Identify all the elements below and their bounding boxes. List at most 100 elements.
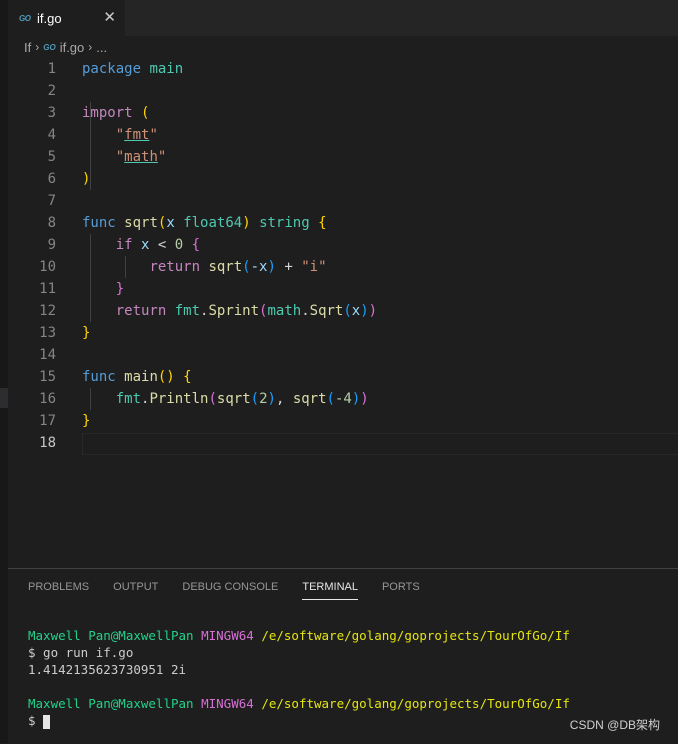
code-token: ( [141, 105, 150, 121]
code-token: } [115, 281, 125, 297]
code-token: sqrt [216, 391, 251, 407]
code-token: { [318, 215, 327, 231]
code-token: ( [208, 391, 217, 407]
code-token: { [191, 237, 201, 253]
tab-ports[interactable]: PORTS [382, 581, 420, 600]
code-token: fmt [124, 127, 150, 143]
code-line: 11 } [8, 278, 678, 300]
code-token: x [141, 237, 150, 253]
terminal-env: MINGW64 [201, 696, 254, 711]
code-token: 0 [174, 237, 184, 253]
code-token: main [149, 61, 184, 77]
watermark: CSDN @DB架构 [569, 718, 660, 732]
tab-debug-console[interactable]: DEBUG CONSOLE [182, 581, 278, 600]
chevron-right-icon: › [35, 40, 40, 54]
chevron-right-icon: › [88, 40, 93, 54]
code-text: fmt.Println(sqrt(2), sqrt(-4)) [82, 388, 369, 410]
code-token: fmt [115, 391, 142, 407]
code-line: 14 [8, 344, 678, 366]
code-token: "i" [301, 259, 327, 275]
scroll-marker [0, 388, 8, 408]
terminal-env: MINGW64 [201, 628, 254, 643]
code-token: . [301, 303, 310, 319]
terminal-command: $ go run if.go [28, 645, 134, 660]
code-token: ( [250, 391, 260, 407]
tab-problems[interactable]: PROBLEMS [28, 581, 89, 600]
code-token: float64 [183, 215, 243, 231]
code-token: if [115, 237, 133, 253]
tab-label: if.go [37, 10, 62, 26]
terminal-output[interactable]: Maxwell Pan@MaxwellPan MINGW64 /e/softwa… [28, 627, 570, 729]
code-token: Sprint [208, 303, 260, 319]
code-line: 2 [8, 80, 678, 102]
code-token: < [157, 237, 167, 253]
code-token: ) [360, 303, 369, 319]
code-token: -4 [334, 391, 352, 407]
code-text: func main() { [82, 366, 192, 388]
line-number: 9 [47, 237, 56, 253]
tab-terminal[interactable]: TERMINAL [302, 581, 358, 600]
line-number: 15 [39, 369, 56, 385]
code-token: ) [267, 259, 276, 275]
line-number: 16 [39, 391, 56, 407]
tab-output[interactable]: OUTPUT [113, 581, 158, 600]
go-file-icon: GO [19, 13, 31, 23]
code-token: Sqrt [309, 303, 344, 319]
code-token: math [124, 149, 158, 165]
code-token: fmt [174, 303, 201, 319]
code-text: return fmt.Sprint(math.Sqrt(x)) [82, 300, 377, 322]
code-token: " [157, 149, 167, 165]
go-file-icon: GO [43, 42, 56, 52]
code-token: } [82, 325, 91, 341]
code-line: 3 import ( [8, 102, 678, 124]
line-number: 14 [39, 347, 56, 363]
code-token: " [115, 127, 125, 143]
code-token: + [284, 259, 293, 275]
code-text: package main [82, 58, 183, 80]
code-line: 16 fmt.Println(sqrt(2), sqrt(-4)) [8, 388, 678, 410]
terminal-cursor [43, 714, 51, 729]
code-token: 2 [259, 391, 268, 407]
code-line: 9 if x < 0 { [8, 234, 678, 256]
code-token: ) [351, 391, 361, 407]
terminal-user: Maxwell Pan@MaxwellPan [28, 696, 194, 711]
code-line: 4 "fmt" [8, 124, 678, 146]
tab-if-go[interactable]: GO if.go ✕ [8, 0, 126, 36]
line-number: 18 [39, 435, 56, 451]
code-token: ( [343, 303, 352, 319]
code-token: sqrt [208, 259, 243, 275]
code-token: func [82, 215, 116, 231]
code-line: 15 func main() { [8, 366, 678, 388]
terminal-path: /e/software/golang/goprojects/TourOfGo/I… [261, 628, 570, 643]
code-text: "math" [82, 146, 167, 168]
line-number: 3 [47, 105, 56, 121]
code-line: 1 package main [8, 58, 678, 80]
code-editor[interactable]: 1 package main 2 3 import ( 4 "fmt" 5 "mat… [8, 58, 678, 568]
code-token: Println [149, 391, 209, 407]
code-text: import ( [82, 102, 149, 124]
breadcrumb-folder[interactable]: If [24, 40, 31, 55]
code-token: -x [250, 259, 268, 275]
close-icon[interactable]: ✕ [103, 9, 116, 27]
code-token: , [275, 391, 285, 407]
code-line: 18 [8, 432, 678, 454]
code-line: 6) [8, 168, 678, 190]
code-token: package [82, 61, 142, 77]
code-line: 12 return fmt.Sprint(math.Sqrt(x)) [8, 300, 678, 322]
code-token: x [351, 303, 361, 319]
breadcrumb-file[interactable]: if.go [60, 40, 85, 55]
left-activity-strip [0, 0, 8, 743]
line-number: 6 [47, 171, 56, 187]
code-token: main [124, 369, 158, 385]
breadcrumb-more[interactable]: ... [96, 40, 107, 55]
terminal-user: Maxwell Pan@MaxwellPan [28, 628, 194, 643]
code-token: sqrt [124, 215, 158, 231]
code-line: 10 return sqrt(-x) + "i" [8, 256, 678, 278]
code-token: " [149, 127, 158, 143]
line-number: 10 [39, 259, 56, 275]
code-text: ) [82, 168, 90, 190]
code-line: 5 "math" [8, 146, 678, 168]
code-text: "fmt" [82, 124, 158, 146]
code-line: 7 [8, 190, 678, 212]
line-number: 17 [39, 413, 56, 429]
